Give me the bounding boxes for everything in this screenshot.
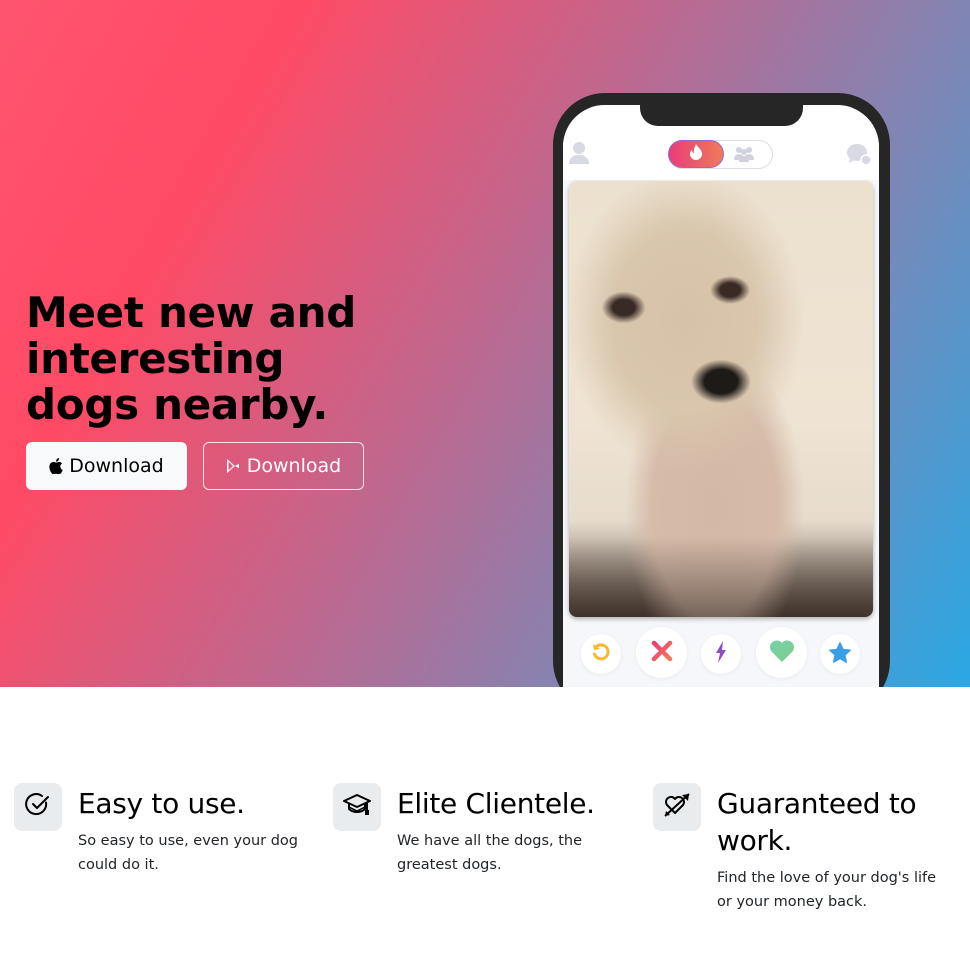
feature-title: Guaranteed to work. (717, 787, 917, 857)
phone-mockup (553, 93, 890, 687)
check-circle-icon (25, 792, 51, 822)
heart-icon (769, 639, 795, 666)
feature-description: Find the love of your dog's life or your… (717, 870, 937, 910)
google-play-download-button[interactable]: Download (203, 442, 364, 490)
lightning-icon (715, 641, 727, 667)
flame-icon (689, 143, 703, 165)
chat-icon[interactable] (846, 143, 872, 171)
close-icon (651, 640, 673, 666)
app-store-download-label: Download (69, 455, 164, 477)
hero-title: Meet new and interesting dogs nearby. (26, 288, 356, 429)
rewind-icon (591, 642, 611, 666)
app-store-download-button[interactable]: Download (26, 442, 187, 490)
profile-icon[interactable] (568, 141, 590, 169)
rewind-button[interactable] (581, 634, 621, 674)
phone-screen (563, 105, 879, 687)
feature-icon-box (653, 783, 701, 831)
feature-description: So easy to use, even your dog could do i… (78, 833, 298, 873)
card-shade (569, 537, 873, 617)
feature-icon-box (333, 783, 381, 831)
like-button[interactable] (756, 627, 807, 678)
feature-title: Easy to use. (78, 787, 245, 820)
toggle-social[interactable] (732, 146, 756, 166)
boost-button[interactable] (701, 634, 741, 674)
heart-arrow-icon (662, 791, 692, 823)
graduation-cap-icon (343, 792, 371, 822)
google-play-icon (226, 458, 241, 474)
feature-description: We have all the dogs, the greatest dogs. (397, 833, 583, 873)
google-play-download-label: Download (246, 455, 342, 477)
super-like-button[interactable] (820, 634, 860, 674)
nope-button[interactable] (636, 627, 687, 678)
mode-toggle[interactable] (668, 140, 773, 169)
star-icon (829, 641, 851, 667)
group-icon (732, 147, 756, 166)
feature-title: Elite Clientele. (397, 787, 595, 820)
feature-icon-box (14, 783, 62, 831)
hero-section: Meet new and interesting dogs nearby. Do… (0, 0, 970, 687)
phone-notch (640, 105, 803, 126)
apple-icon (49, 458, 63, 474)
dog-profile-card[interactable] (569, 181, 873, 617)
toggle-discover[interactable] (668, 140, 724, 168)
